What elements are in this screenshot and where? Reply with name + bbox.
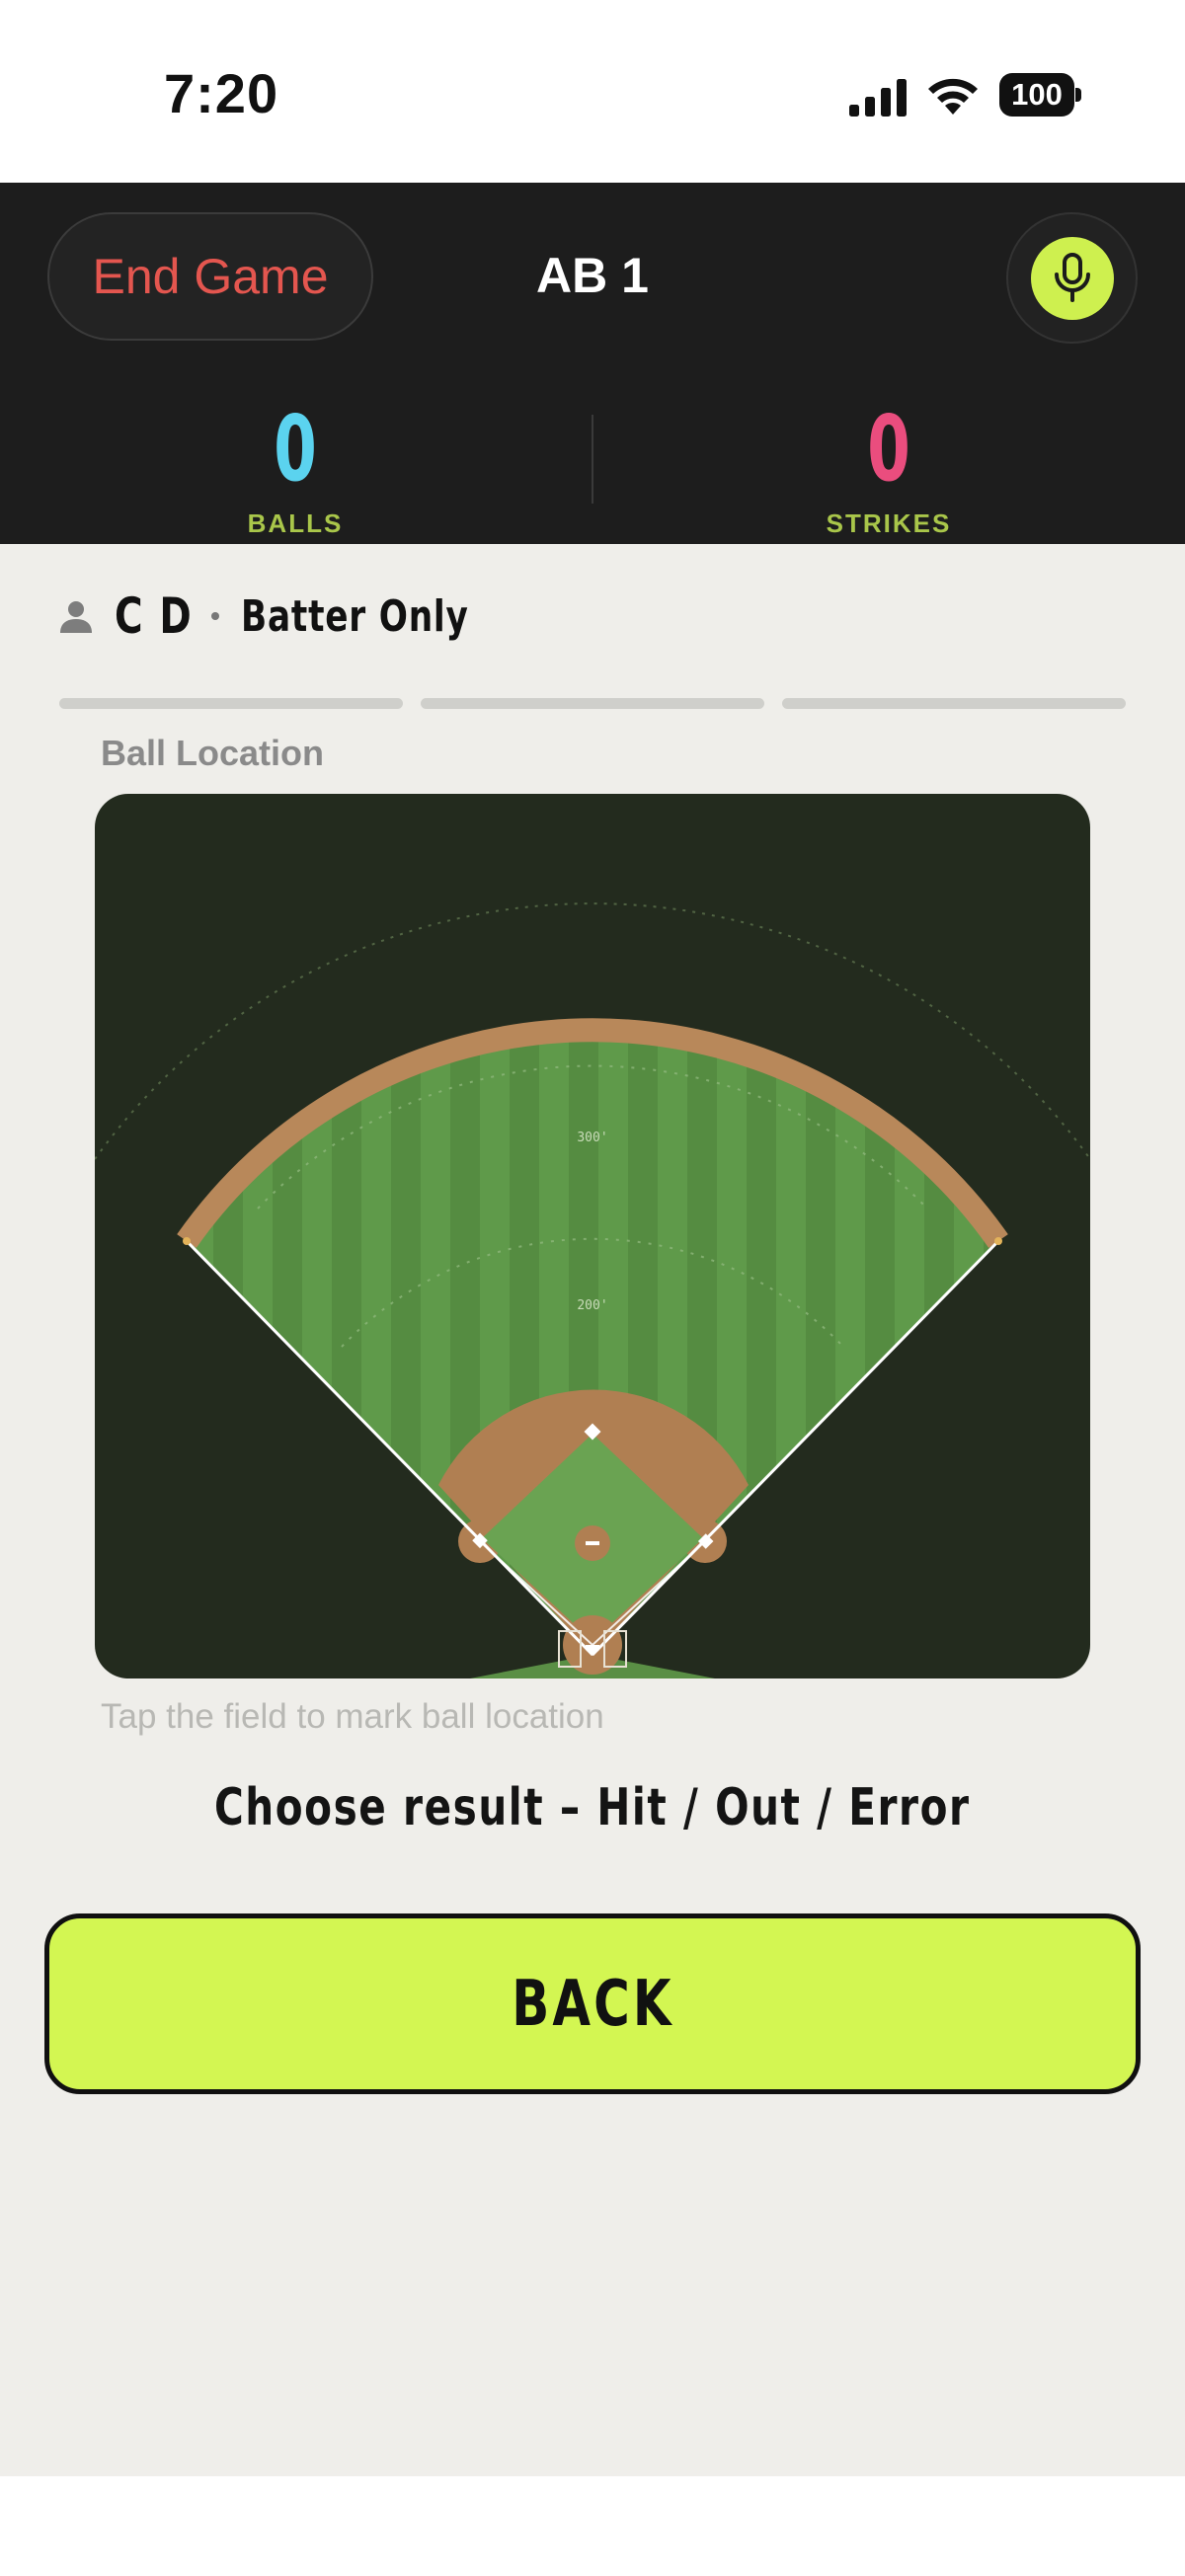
batter-info: C D Batter Only <box>57 582 532 651</box>
microphone-button[interactable] <box>1006 212 1138 344</box>
grass-stripe <box>391 1030 421 1655</box>
balls-count: 0 BALLS <box>147 400 443 539</box>
end-game-button[interactable]: End Game <box>47 212 373 341</box>
microphone-icon-wrap <box>1031 237 1114 320</box>
balls-label: BALLS <box>247 508 344 538</box>
grass-stripe <box>865 1030 895 1655</box>
batter-mode: Batter Only <box>240 590 469 642</box>
back-button[interactable]: BACK <box>44 1913 1141 2094</box>
grass-stripe <box>806 1030 835 1655</box>
battery-tip <box>1075 88 1081 102</box>
baseball-field[interactable]: 300' 200' <box>95 794 1090 1678</box>
progress-step-3 <box>782 698 1126 709</box>
wifi-icon <box>928 78 978 115</box>
grass-stripe <box>273 1030 302 1655</box>
result-prompt: Choose result – Hit / Out / Error <box>0 1778 1185 1837</box>
strikes-label: STRIKES <box>826 508 952 538</box>
grass-stripe <box>213 1030 243 1655</box>
result-prompt-text: Choose result – Hit / Out / Error <box>214 1778 971 1837</box>
battery-icon: 100 <box>999 73 1082 117</box>
back-button-label: BACK <box>511 1967 674 2041</box>
separator-dot <box>210 612 219 620</box>
ball-location-label: Ball Location <box>101 733 325 773</box>
distance-300: 300' <box>577 1131 607 1145</box>
at-bat-title: AB 1 <box>536 248 649 303</box>
progress-step-2 <box>421 698 764 709</box>
status-time: 7:20 <box>164 62 279 124</box>
microphone-icon <box>1055 253 1090 302</box>
game-header: End Game AB 1 0 BALLS 0 STRIKES <box>0 183 1185 544</box>
status-bar: 7:20 100 <box>0 0 1185 183</box>
batter-name: C D <box>115 587 194 645</box>
distance-200: 200' <box>577 1298 607 1313</box>
home-indicator-area <box>0 2476 1185 2576</box>
battery-level: 100 <box>999 73 1074 117</box>
progress-step-1 <box>59 698 403 709</box>
person-icon <box>60 601 92 633</box>
signal-icon <box>849 79 907 117</box>
field-hint: Tap the field to mark ball location <box>101 1697 604 1736</box>
main-content: C D Batter Only Ball Location 300' 200' … <box>0 544 1185 2476</box>
grass-stripe <box>332 1030 361 1655</box>
strikes-count: 0 STRIKES <box>741 400 1037 539</box>
field-diagram: 300' 200' <box>95 902 1090 1678</box>
count-divider <box>592 415 593 504</box>
strikes-value: 0 <box>867 396 910 502</box>
grass-stripe <box>924 1030 954 1655</box>
balls-value: 0 <box>274 396 317 502</box>
